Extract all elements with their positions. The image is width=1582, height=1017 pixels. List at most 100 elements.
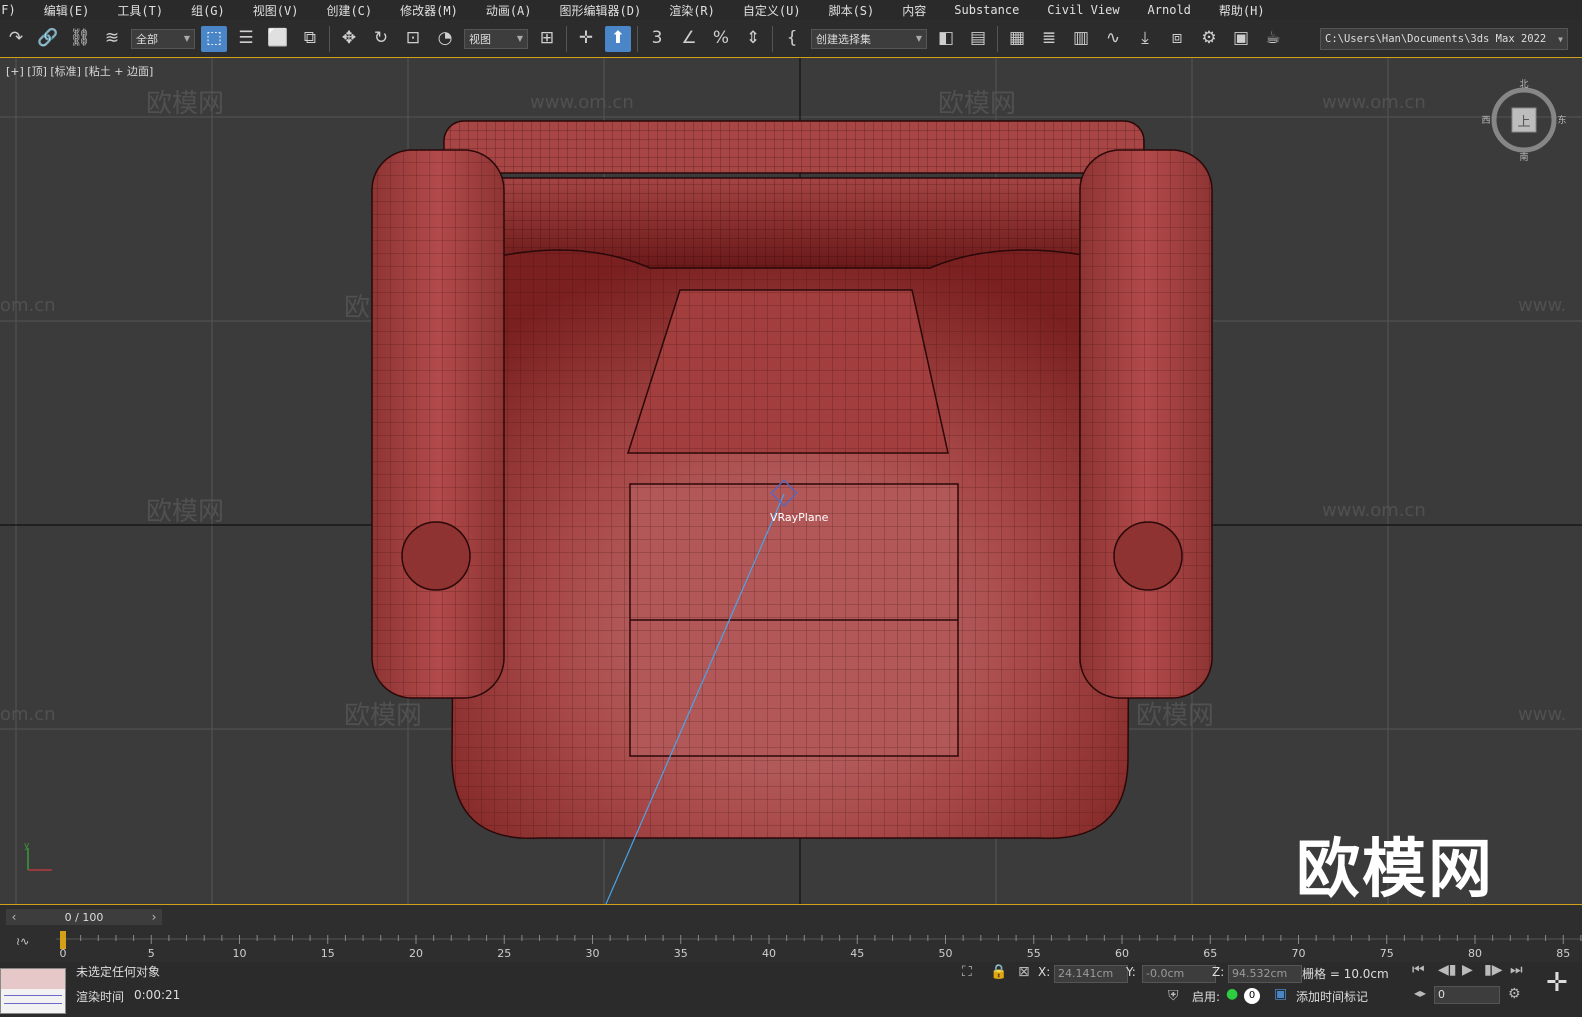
schematic-view-icon[interactable]: ⤓ (1132, 26, 1158, 52)
menu-item-9[interactable]: 渲染(R) (655, 2, 729, 19)
angle-snap-icon[interactable]: ∠ (676, 26, 702, 52)
timeline-tick-label: 5 (148, 947, 155, 960)
lock-icon[interactable]: 🔒 (990, 964, 1007, 980)
viewcube[interactable]: 上 北 南 东 西 (1481, 78, 1566, 166)
chevron-left-icon[interactable]: ‹ (6, 910, 22, 924)
menu-item-1[interactable]: 编辑(E) (30, 2, 104, 19)
select-manipulate-icon[interactable]: ✛ (573, 26, 599, 52)
layer-explorer-icon[interactable]: ≣ (1036, 26, 1062, 52)
viewcube-west-label: 西 (1482, 115, 1491, 126)
menu-item-6[interactable]: 修改器(M) (386, 2, 472, 19)
timeline-tick-label: 25 (497, 947, 511, 960)
menu-item-15[interactable]: Arnold (1134, 3, 1205, 17)
timeline-tick-label: 60 (1115, 947, 1129, 960)
spinner-snap-icon[interactable]: ⇕ (740, 26, 766, 52)
curve-editor-icon[interactable]: ∿ (1100, 26, 1126, 52)
maxscript-listener-thumb[interactable] (0, 968, 66, 1014)
timeline-track[interactable]: 0 5 10 15 20 25 30 35 40 45 50 55 60 65 70 75 80 85 (56, 931, 1582, 961)
y-coordinate-field[interactable]: -0.0cm (1142, 965, 1216, 983)
render-setup-icon[interactable]: ⚙ (1196, 26, 1222, 52)
timeline-tick-label: 70 (1292, 947, 1306, 960)
rect-selection-region-icon[interactable]: ⬜ (265, 26, 291, 52)
render-production-icon[interactable]: ☕ (1260, 26, 1286, 52)
mini-curve-editor-icon[interactable]: ≀∿ (16, 935, 29, 948)
rendered-frame-window-icon[interactable]: ▣ (1228, 26, 1254, 52)
menu-item-10[interactable]: 自定义(U) (729, 2, 815, 19)
time-tag-icon[interactable]: ▣ (1274, 986, 1287, 1002)
grid-size-text: 栅格 = 10.0cm (1302, 967, 1389, 981)
render-time-value: 0:00:21 (134, 988, 181, 1002)
menu-item-7[interactable]: 动画(A) (472, 2, 546, 19)
select-by-name-icon[interactable]: ☰ (233, 26, 259, 52)
previous-frame-icon[interactable]: ◀▮ (1438, 962, 1456, 978)
scene-explorer-icon[interactable]: ▦ (1004, 26, 1030, 52)
time-configuration-icon[interactable]: ⚙ (1508, 986, 1521, 1002)
material-editor-icon[interactable]: ⧈ (1164, 26, 1190, 52)
reference-coord-dropdown[interactable]: 视图 ▼ (464, 28, 528, 49)
named-selection-dropdown[interactable]: 创建选择集 ▼ (811, 28, 927, 49)
watermark-url: www.om.cn (1322, 500, 1426, 521)
pivot-center-icon[interactable]: ⊞ (534, 26, 560, 52)
viewcube-face-label: 上 (1517, 115, 1530, 130)
timeline-tick-label: 65 (1203, 947, 1217, 960)
ribbon-toggle-icon[interactable]: ▥ (1068, 26, 1094, 52)
align-icon[interactable]: ▤ (965, 26, 991, 52)
edit-named-selection-icon[interactable]: { (779, 26, 805, 52)
menu-item-8[interactable]: 图形编辑器(D) (546, 2, 656, 19)
menu-item-3[interactable]: 组(G) (177, 2, 239, 19)
unlink-icon[interactable]: ⛓ (67, 26, 93, 52)
menu-item-14[interactable]: Civil View (1033, 3, 1133, 17)
y-label: Y: (1126, 965, 1136, 979)
status-dot-icon: ● (1226, 986, 1239, 1002)
add-time-tag-button[interactable]: 添加时间标记 (1296, 988, 1368, 1005)
watermark-text: 欧模网 (146, 89, 224, 119)
mirror-icon[interactable]: ◧ (933, 26, 959, 52)
shield-icon[interactable]: ⛨ (1168, 988, 1179, 1004)
selection-filter-value: 全部 (136, 32, 158, 46)
chevron-down-icon: ▼ (915, 34, 922, 43)
top-viewport[interactable]: 欧模网 欧模网 www.om.cn www.om.cn om.cn 欧模网 ww… (0, 58, 1582, 904)
rotate-icon[interactable]: ↻ (368, 26, 394, 52)
viewport-label[interactable]: [+] [顶] [标准] [粘土 + 边面] (6, 63, 153, 79)
status-bar: 未选定任何对象 渲染时间 0:00:21 ⛶ 🔒 ⊠ X: 24.141cm Y… (0, 962, 1582, 1017)
toolbar-divider (566, 25, 567, 52)
scale-icon[interactable]: ⊡ (400, 26, 426, 52)
go-to-end-icon[interactable]: ⏭ (1510, 962, 1523, 978)
time-slider-marker[interactable] (60, 931, 66, 949)
toolbar-divider (772, 25, 773, 52)
menu-item-11[interactable]: 脚本(S) (815, 2, 889, 19)
menu-item-0[interactable]: (F) (0, 3, 30, 17)
go-to-start-icon[interactable]: ⏮ (1412, 962, 1425, 978)
keyboard-shortcut-override-icon[interactable]: ⬆ (605, 25, 631, 52)
next-frame-icon[interactable]: ▮▶ (1484, 962, 1502, 978)
selection-filter-dropdown[interactable]: 全部 ▼ (131, 28, 195, 49)
link-icon[interactable]: 🔗 (35, 26, 61, 52)
menu-item-4[interactable]: 视图(V) (239, 2, 313, 19)
play-icon[interactable]: ▶ (1462, 962, 1473, 978)
project-path-dropdown[interactable]: C:\Users\Han\Documents\3ds Max 2022 ▼ (1320, 28, 1568, 50)
z-coordinate-field[interactable]: 94.532cm (1228, 965, 1302, 983)
move-icon[interactable]: ✥ (336, 26, 362, 52)
time-slider[interactable]: ‹ 0 / 100 › (6, 909, 162, 925)
viewport-navigation-icon[interactable]: ✛ (1546, 968, 1568, 998)
menu-item-12[interactable]: 内容 (888, 2, 940, 19)
bind-space-warp-icon[interactable]: ≋ (99, 26, 125, 52)
select-object-icon[interactable]: ⬚ (201, 25, 227, 52)
menu-item-2[interactable]: 工具(T) (103, 2, 177, 19)
chevron-down-icon: ▼ (183, 34, 190, 43)
place-icon[interactable]: ◔ (432, 26, 458, 52)
sofa-mesh[interactable] (371, 120, 1213, 839)
redo-icon[interactable]: ↷ (3, 26, 29, 52)
x-coordinate-field[interactable]: 24.141cm (1054, 965, 1128, 983)
menu-item-5[interactable]: 创建(C) (312, 2, 386, 19)
window-crossing-icon[interactable]: ⧉ (297, 26, 323, 52)
chevron-right-icon[interactable]: › (146, 910, 162, 924)
percent-snap-icon[interactable]: % (708, 26, 734, 52)
absolute-mode-icon[interactable]: ⊠ (1018, 964, 1030, 980)
current-frame-field[interactable]: 0 (1434, 986, 1500, 1004)
key-mode-icon[interactable]: ◂▸ (1414, 986, 1426, 1000)
menu-item-16[interactable]: 帮助(H) (1205, 2, 1279, 19)
isolate-selection-icon[interactable]: ⛶ (962, 964, 972, 980)
snap-3d-icon[interactable]: 3 (644, 26, 670, 52)
menu-item-13[interactable]: Substance (940, 3, 1033, 17)
